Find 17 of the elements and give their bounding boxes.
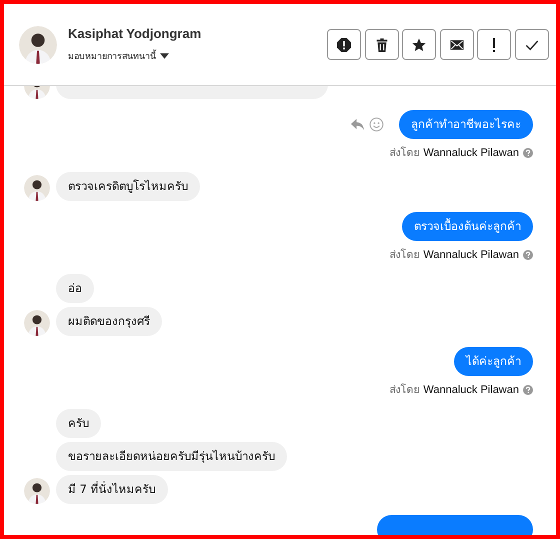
message-bubble: ขอรายละเอียดหน่อยครับมีรุ่นไหนบ้างครับ [56,442,287,471]
sent-by-label: ส่งโดย [389,382,420,398]
assign-dropdown[interactable]: มอบหมายการสนทนานี้ [68,49,169,63]
message-bubble: มี 7 ที่นั่งไหมครับ [56,475,168,504]
message-bubble: อ่อ [56,274,94,303]
message-bubble: ตรวจเครดิตบูโรไหมครับ [56,172,200,201]
message-bubble: ตรวจเบื้องต้นค่ะลูกค้า [402,212,533,241]
message-bubble: ลูกค้าทำอาชีพอะไรคะ [399,110,533,139]
sender-name: Wannaluck Pilawan [423,248,519,260]
message-bubble: ครับ [56,409,101,438]
message-bubble: ได้ค่ะลูกค้า [454,347,533,376]
sender-name: Wannaluck Pilawan [423,146,519,158]
sent-by-label: ส่งโดย [389,146,420,161]
contact-name: Kasiphat Yodjongram [68,26,202,41]
message-bubble: ผมติดของกรุงศรี [56,307,162,336]
sent-by-label: ส่งโดย [389,248,420,263]
sender-name: Wannaluck Pilawan [423,384,519,396]
